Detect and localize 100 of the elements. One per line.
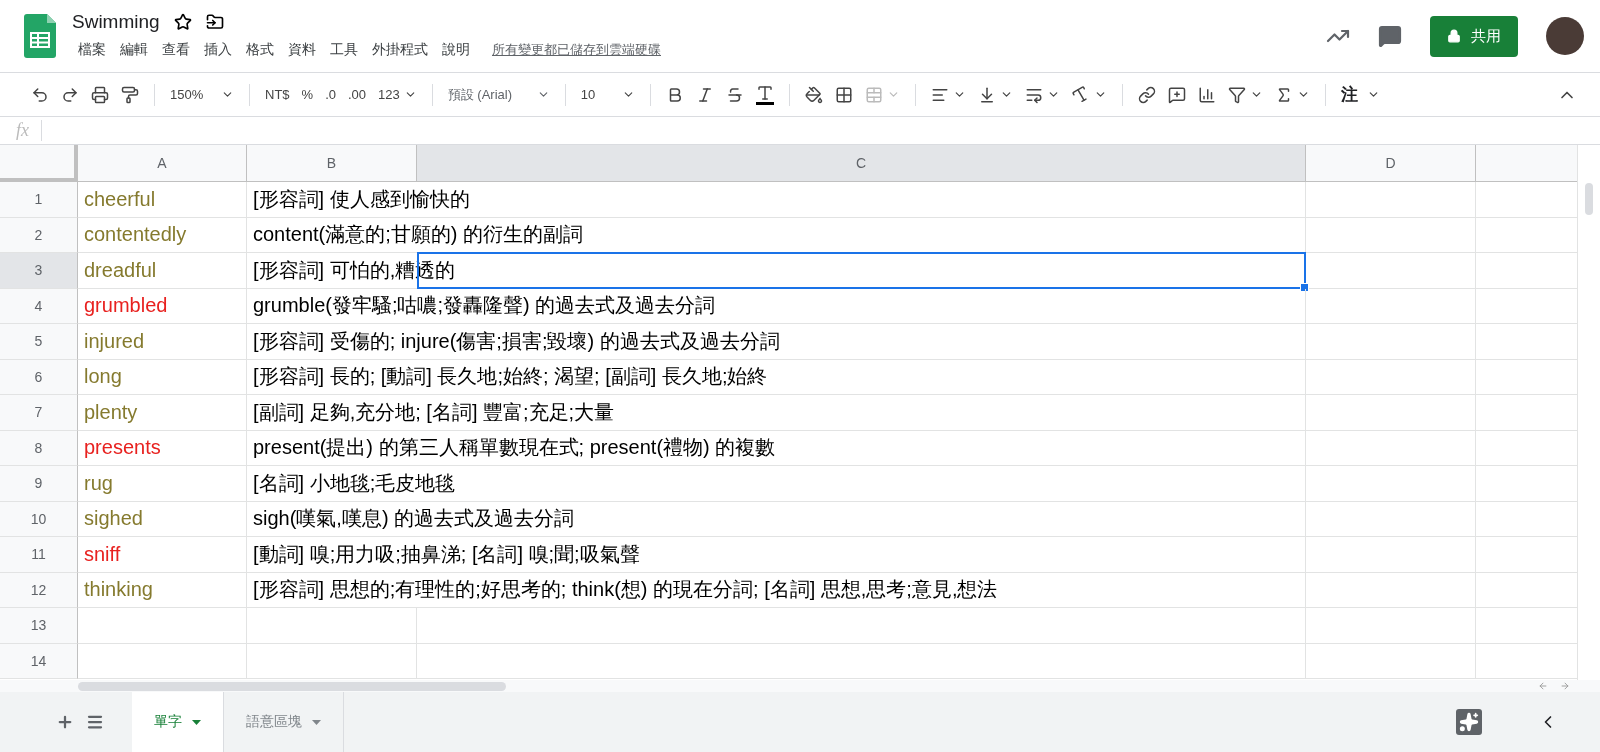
font-size-dropdown[interactable]: 10 bbox=[577, 80, 638, 109]
empty-cell[interactable] bbox=[417, 608, 1306, 644]
scroll-left-icon bbox=[1538, 681, 1548, 691]
row-header[interactable]: 10 bbox=[0, 501, 78, 537]
row-header[interactable]: 5 bbox=[0, 324, 78, 360]
row-header[interactable]: 6 bbox=[0, 359, 78, 395]
column-header[interactable]: C bbox=[417, 145, 1306, 182]
table-cell: injured bbox=[78, 324, 247, 360]
table-cell: present(提出) 的第三人稱單數現在式; present(禮物) 的複數 bbox=[247, 430, 1306, 466]
menu-item[interactable]: 工具 bbox=[324, 39, 364, 61]
zoom-dropdown[interactable]: 150% bbox=[167, 80, 237, 109]
empty-cell[interactable] bbox=[1306, 430, 1476, 466]
sheet-tab[interactable]: 單字 bbox=[132, 692, 224, 752]
empty-cell[interactable] bbox=[417, 643, 1306, 679]
currency-button[interactable]: NT$ bbox=[262, 80, 293, 109]
column-header[interactable]: B bbox=[247, 145, 417, 182]
star-icon[interactable] bbox=[173, 13, 192, 31]
empty-cell[interactable] bbox=[1306, 324, 1476, 360]
empty-cell[interactable] bbox=[1306, 466, 1476, 502]
empty-cell[interactable] bbox=[1306, 288, 1476, 324]
table-cell: plenty bbox=[78, 395, 247, 431]
folder-move-icon[interactable] bbox=[205, 13, 224, 31]
caret-icon bbox=[192, 719, 201, 725]
number-format-dropdown[interactable]: 123 bbox=[375, 80, 420, 109]
menu-item[interactable]: 格式 bbox=[240, 39, 280, 61]
empty-cell[interactable] bbox=[1306, 608, 1476, 644]
menu-item[interactable]: 查看 bbox=[156, 39, 196, 61]
save-status-link[interactable]: 所有變更都已儲存到雲端硬碟 bbox=[492, 41, 661, 59]
empty-cell[interactable] bbox=[1306, 643, 1476, 679]
share-button[interactable]: 共用 bbox=[1430, 15, 1518, 57]
increase-decimals-button[interactable]: .00 bbox=[344, 80, 370, 109]
vertical-scrollbar[interactable] bbox=[1585, 183, 1593, 215]
menu-item[interactable]: 檔案 bbox=[72, 39, 112, 61]
table-cell: thinking bbox=[78, 572, 247, 608]
fill-handle[interactable] bbox=[1300, 282, 1309, 292]
empty-cell[interactable] bbox=[247, 608, 417, 644]
row-header[interactable]: 13 bbox=[0, 608, 78, 644]
column-header[interactable]: A bbox=[78, 145, 247, 182]
empty-cell[interactable] bbox=[1306, 572, 1476, 608]
empty-cell[interactable] bbox=[1306, 395, 1476, 431]
scroll-right-icon bbox=[1560, 681, 1570, 691]
menu-item[interactable]: 資料 bbox=[282, 39, 322, 61]
paint-roller-icon bbox=[121, 85, 139, 104]
chart-icon bbox=[1197, 85, 1216, 104]
row-header[interactable]: 1 bbox=[0, 182, 78, 218]
row-header[interactable]: 3 bbox=[0, 253, 78, 289]
select-all-corner[interactable] bbox=[0, 145, 78, 182]
table-cell: dreadful bbox=[78, 253, 247, 289]
table-cell: [形容詞] 使人感到愉快的 bbox=[247, 182, 1306, 218]
comment-add-icon bbox=[1167, 85, 1186, 104]
table-cell: presents bbox=[78, 430, 247, 466]
menu-item[interactable]: 編輯 bbox=[114, 39, 154, 61]
row-header[interactable]: 9 bbox=[0, 466, 78, 502]
undo-icon bbox=[31, 85, 49, 104]
empty-cell[interactable] bbox=[1306, 537, 1476, 573]
row-header[interactable]: 2 bbox=[0, 217, 78, 253]
empty-cell[interactable] bbox=[247, 643, 417, 679]
table-cell: [動詞] 嗅;用力吸;抽鼻涕; [名詞] 嗅;聞;吸氣聲 bbox=[247, 537, 1306, 573]
caret-icon bbox=[312, 719, 321, 725]
strikethrough-icon bbox=[725, 85, 744, 104]
fx-label: fx bbox=[16, 120, 42, 141]
empty-cell[interactable] bbox=[1306, 217, 1476, 253]
table-cell: [形容詞] 思想的;有理性的;好思考的; think(想) 的現在分詞; [名詞] 思想,思考;意見,想法 bbox=[247, 572, 1306, 608]
percent-button[interactable]: % bbox=[298, 80, 317, 109]
comment-icon[interactable] bbox=[1378, 24, 1402, 48]
font-dropdown[interactable]: 預設 (Arial) bbox=[444, 80, 553, 109]
row-header[interactable]: 4 bbox=[0, 288, 78, 324]
column-header[interactable]: D bbox=[1306, 145, 1476, 182]
empty-cell[interactable] bbox=[1306, 501, 1476, 537]
row-header[interactable]: 7 bbox=[0, 395, 78, 431]
merge-cells-icon bbox=[864, 85, 883, 104]
empty-cell[interactable] bbox=[1306, 182, 1476, 218]
row-header[interactable]: 12 bbox=[0, 572, 78, 608]
table-cell: [名詞] 小地毯;毛皮地毯 bbox=[247, 466, 1306, 502]
document-title[interactable]: Swimming bbox=[72, 11, 160, 33]
sheet-tab[interactable]: 語意區塊 bbox=[224, 692, 344, 752]
text-color-icon bbox=[755, 84, 774, 105]
menu-icon bbox=[86, 713, 104, 731]
sheets-logo-icon[interactable] bbox=[24, 14, 56, 58]
decrease-decimals-button[interactable]: .0 bbox=[322, 80, 339, 109]
avatar[interactable] bbox=[1546, 17, 1584, 55]
printer-icon bbox=[91, 85, 109, 104]
horizontal-scrollbar[interactable] bbox=[78, 681, 506, 691]
input-tools-button[interactable]: 注 bbox=[1337, 80, 1361, 109]
table-cell: [形容詞] 受傷的; injure(傷害;損害;毀壞) 的過去式及過去分詞 bbox=[247, 324, 1306, 360]
table-cell: rug bbox=[78, 466, 247, 502]
empty-cell[interactable] bbox=[1306, 359, 1476, 395]
paint-bucket-icon bbox=[804, 85, 823, 104]
menu-item[interactable]: 外掛程式 bbox=[366, 39, 434, 61]
menu-item[interactable]: 說明 bbox=[436, 39, 476, 61]
plus-icon bbox=[56, 713, 74, 731]
menu-item[interactable]: 插入 bbox=[198, 39, 238, 61]
row-header[interactable]: 8 bbox=[0, 430, 78, 466]
link-icon bbox=[1137, 85, 1156, 104]
table-cell: cheerful bbox=[78, 182, 247, 218]
table-cell: grumbled bbox=[78, 288, 247, 324]
row-header[interactable]: 11 bbox=[0, 537, 78, 573]
borders-icon bbox=[834, 85, 853, 104]
table-cell: sniff bbox=[78, 537, 247, 573]
row-header[interactable]: 14 bbox=[0, 643, 78, 679]
